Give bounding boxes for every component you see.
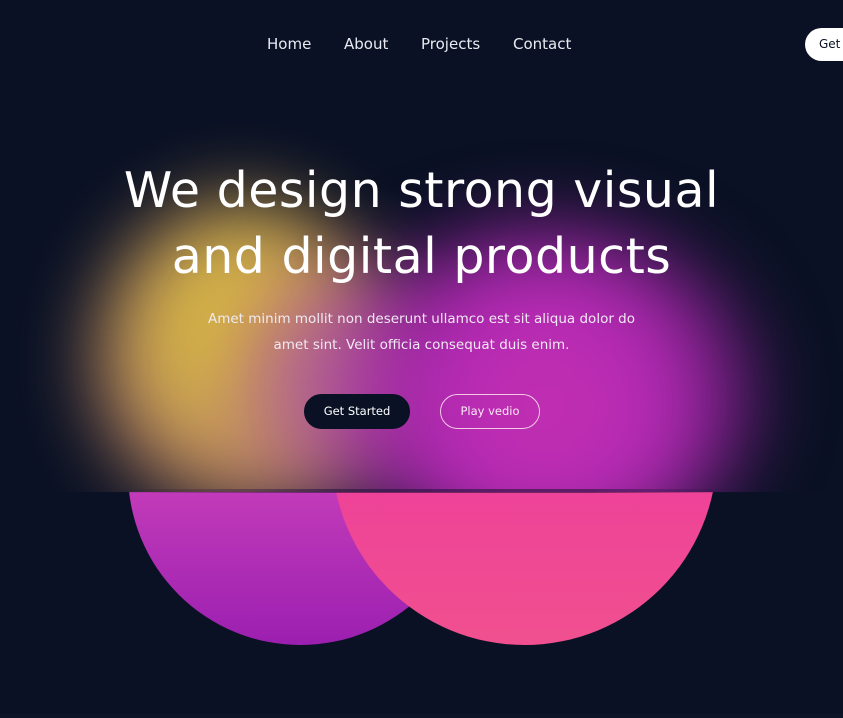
nav-get-button[interactable]: Get [805, 28, 843, 61]
bottom-edge [0, 714, 843, 718]
landing-page: Home About Projects Contact Get We desig… [0, 0, 843, 718]
right-gradient-circle [332, 492, 717, 645]
nav-contact-link[interactable]: Contact [513, 33, 571, 55]
hero-subtitle-line-1: Amet minim mollit non deserunt ullamco e… [207, 311, 636, 327]
play-video-button[interactable]: Play vedio [440, 394, 540, 429]
nav-projects-link[interactable]: Projects [421, 33, 480, 55]
top-nav: Home About Projects Contact [0, 33, 843, 55]
divider [0, 489, 843, 493]
hero-title-line-2: and digital products [171, 228, 672, 285]
get-started-button[interactable]: Get Started [304, 394, 410, 429]
nav-home-link[interactable]: Home [267, 33, 311, 55]
nav-about-link[interactable]: About [344, 33, 388, 55]
hero-circles [0, 492, 843, 718]
hero-subtitle-line-2: amet sint. Velit officia consequat duis … [273, 337, 570, 353]
hero-subtitle: Amet minim mollit non deserunt ullamco e… [0, 306, 843, 358]
hero-title: We design strong visual and digital prod… [0, 158, 843, 290]
hero-title-line-1: We design strong visual [123, 162, 720, 219]
